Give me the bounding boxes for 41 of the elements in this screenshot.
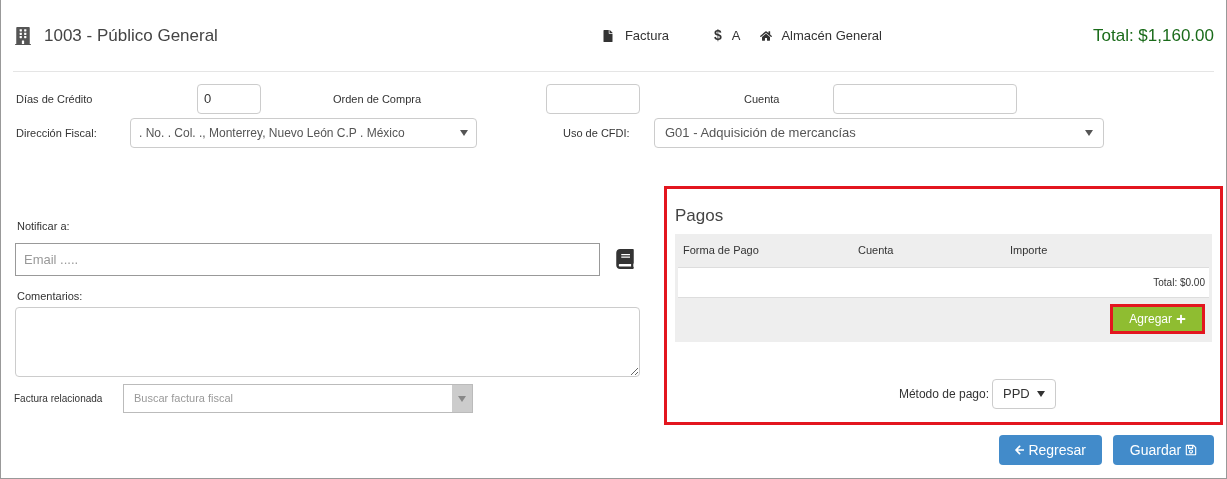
payment-method-select[interactable]: PPD (992, 378, 1056, 409)
customer-title: 1003 - Público General (44, 24, 218, 47)
account-field[interactable] (833, 84, 1017, 114)
payments-total: Total: $0.00 (1153, 275, 1205, 290)
field-label: Factura relacionada (14, 392, 104, 406)
comments-field[interactable] (15, 307, 640, 377)
building-icon (15, 26, 31, 45)
address-book-icon[interactable] (614, 249, 636, 269)
field-label: Comentarios: (17, 288, 84, 304)
purchase-order-field[interactable] (546, 84, 640, 114)
home-icon (760, 29, 773, 42)
field-label: Uso de CFDI: (563, 125, 631, 141)
save-button[interactable]: Guardar (1113, 435, 1214, 465)
field-label: Método de pago: (898, 385, 989, 403)
series: A (731, 26, 741, 45)
cfdi-use-select[interactable]: G01 - Adquisición de mercancías (654, 118, 1104, 148)
document-type: Factura (624, 26, 669, 45)
caret-icon (1085, 130, 1093, 136)
plus-icon (1176, 313, 1186, 324)
field-label: Cuenta (744, 91, 781, 107)
field-label: Notificar a: (17, 219, 71, 234)
credit-days-field[interactable]: 0 (197, 84, 261, 114)
column-header: Importe (1010, 242, 1049, 258)
total-amount: Total: $1,160.00 (1093, 24, 1214, 47)
back-button[interactable]: Regresar (999, 435, 1102, 465)
save-icon (1185, 444, 1198, 456)
column-header: Forma de Pago (682, 242, 760, 258)
column-header: Cuenta (858, 242, 895, 258)
field-label: Orden de Compra (333, 91, 423, 107)
caret-icon (1037, 390, 1045, 397)
email-field[interactable]: Email ..... (15, 242, 600, 276)
panel-title: Pagos (675, 205, 725, 227)
fiscal-address-select[interactable]: . No. . Col. ., Monterrey, Nuevo León C.P . México (130, 118, 477, 148)
arrow-left-icon (1015, 444, 1025, 456)
field-label: Dirección Fiscal: (16, 125, 98, 141)
field-label: Días de Crédito (16, 91, 94, 107)
caret-icon (458, 395, 466, 402)
currency-symbol: $ (713, 26, 722, 45)
file-icon (602, 29, 613, 42)
caret-icon (460, 130, 468, 136)
warehouse: Almacén General (781, 26, 882, 45)
